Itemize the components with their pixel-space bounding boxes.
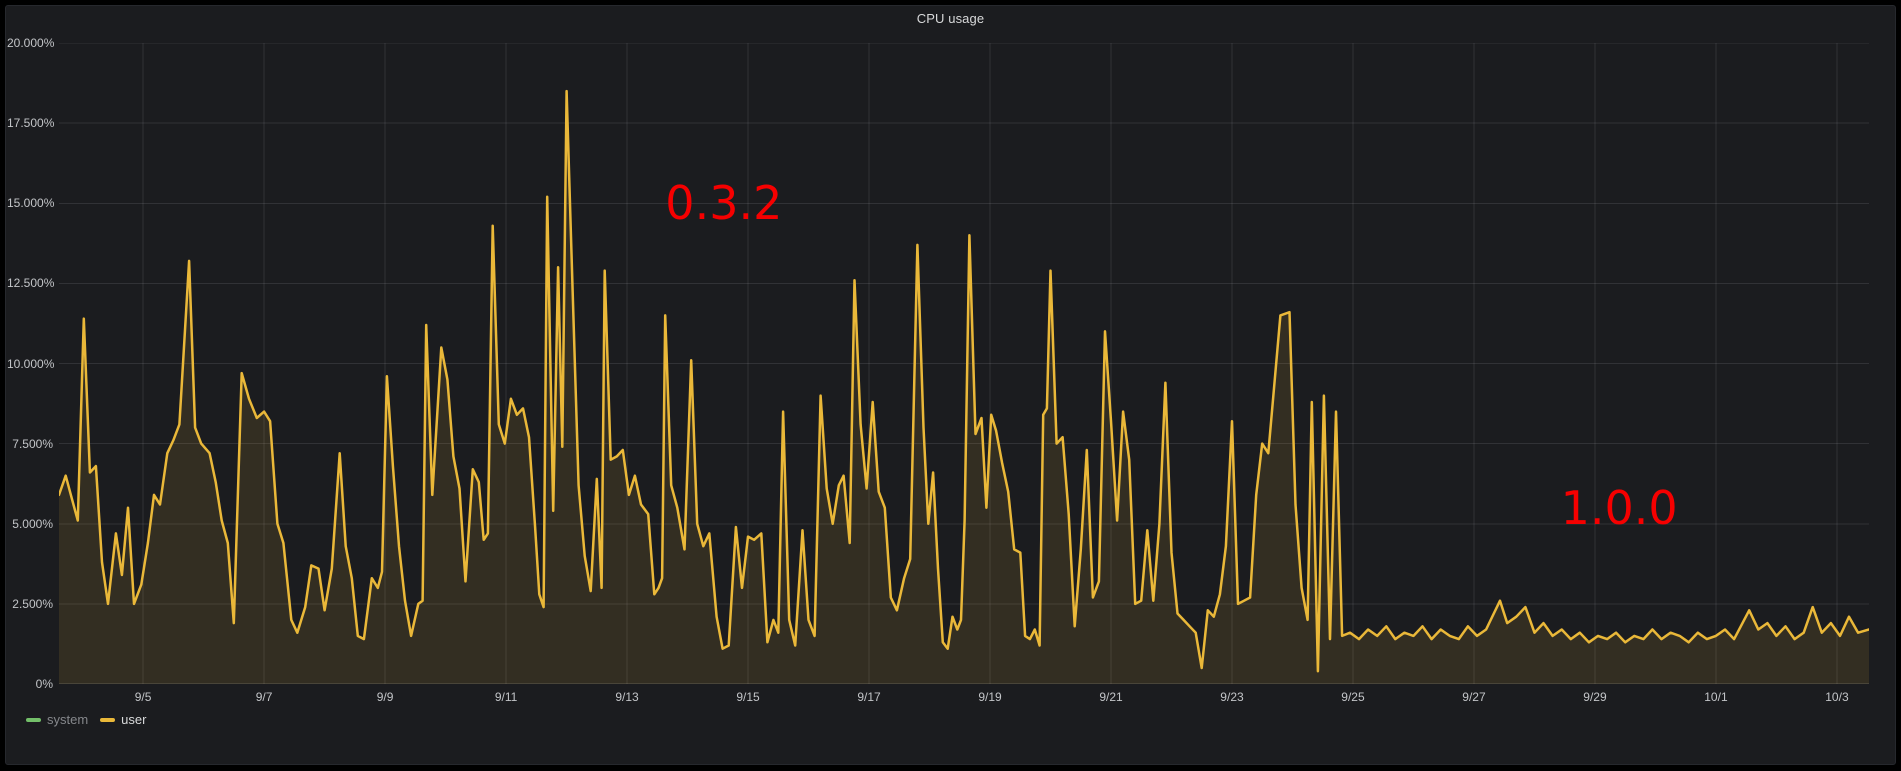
- y-axis-label: 2.500%: [7, 596, 53, 612]
- y-axis-label: 17.500%: [7, 115, 53, 131]
- y-axis-label: 12.500%: [7, 275, 53, 291]
- x-axis-label: 10/1: [1704, 690, 1727, 705]
- y-axis-label: 10.000%: [7, 356, 53, 372]
- x-axis-label: 9/19: [978, 690, 1001, 705]
- x-axis-label: 9/9: [377, 690, 394, 705]
- y-axis-label: 0%: [7, 676, 53, 692]
- legend-item-user[interactable]: user: [100, 712, 146, 727]
- y-axis-label: 5.000%: [7, 516, 53, 532]
- legend-label: system: [47, 712, 88, 727]
- user-series-area: [59, 91, 1869, 684]
- plot-area[interactable]: 0% 2.500% 5.000% 7.500% 10.000% 12.500% 15.000…: [6, 6, 1895, 764]
- x-axis-label: 9/15: [736, 690, 759, 705]
- cpu-usage-panel: CPU usage 0%2.500%5.000%7.500%10.000%12.…: [5, 5, 1896, 765]
- y-axis-label: 7.500%: [7, 436, 53, 452]
- x-axis-label: 9/13: [615, 690, 638, 705]
- x-axis-label: 9/5: [135, 690, 152, 705]
- y-axis-label: 15.000%: [7, 195, 53, 211]
- y-axis-label: 20.000%: [7, 35, 53, 51]
- x-axis-label: 9/21: [1099, 690, 1122, 705]
- x-axis-label: 9/29: [1583, 690, 1606, 705]
- legend: system user: [26, 712, 146, 727]
- legend-swatch-system: [26, 718, 41, 722]
- x-axis-label: 9/25: [1341, 690, 1364, 705]
- x-axis-label: 9/23: [1220, 690, 1243, 705]
- cpu-usage-chart: [59, 43, 1869, 684]
- x-axis-label: 10/3: [1825, 690, 1848, 705]
- x-axis-label: 9/27: [1462, 690, 1485, 705]
- x-axis-label: 9/17: [857, 690, 880, 705]
- x-axis-label: 9/11: [495, 690, 517, 705]
- release-annotation-0.3.2: 0.3.2: [665, 180, 782, 226]
- legend-label: user: [121, 712, 146, 727]
- legend-swatch-user: [100, 718, 115, 722]
- legend-item-system[interactable]: system: [26, 712, 88, 727]
- x-axis-label: 9/7: [256, 690, 273, 705]
- release-annotation-1.0.0: 1.0.0: [1561, 485, 1678, 531]
